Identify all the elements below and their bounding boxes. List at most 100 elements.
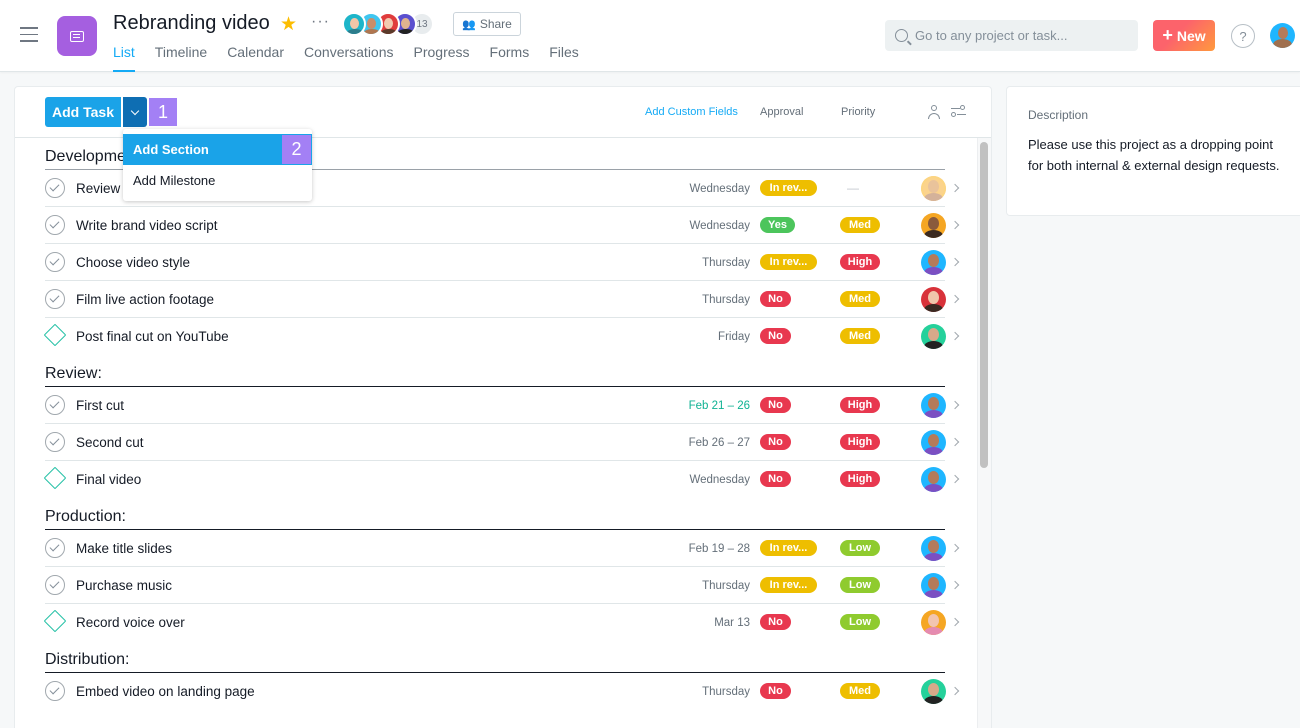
task-name[interactable]: Post final cut on YouTube	[76, 329, 229, 344]
task-name[interactable]: First cut	[76, 398, 124, 413]
chevron-right-icon[interactable]	[950, 437, 960, 447]
search-bar[interactable]	[885, 20, 1138, 51]
priority-badge[interactable]: Med	[840, 328, 880, 344]
task-name[interactable]: Choose video style	[76, 255, 190, 270]
assignee-avatar[interactable]	[921, 324, 946, 349]
complete-checkmark-icon[interactable]	[45, 681, 65, 701]
task-row[interactable]: Post final cut on YouTube Friday No Med	[43, 318, 960, 355]
task-row[interactable]: Choose video style Thursday In rev... High	[45, 244, 960, 281]
due-date[interactable]: Feb 19 – 28	[689, 543, 750, 555]
due-date[interactable]: Thursday	[702, 686, 750, 698]
task-name[interactable]: Review	[76, 181, 120, 196]
task-name[interactable]: Record voice over	[76, 615, 185, 630]
priority-badge[interactable]: Low	[840, 614, 880, 630]
star-icon[interactable]: ★	[280, 13, 297, 36]
complete-checkmark-icon[interactable]	[45, 178, 65, 198]
chevron-right-icon[interactable]	[950, 183, 960, 193]
complete-checkmark-icon[interactable]	[45, 432, 65, 452]
search-input[interactable]	[915, 28, 1125, 43]
assignee-avatar[interactable]	[921, 393, 946, 418]
priority-badge[interactable]: Low	[840, 540, 880, 556]
tab-list[interactable]: List	[113, 43, 135, 72]
tab-conversations[interactable]: Conversations	[304, 43, 394, 72]
add-custom-fields-link[interactable]: Add Custom Fields	[645, 106, 738, 118]
section-header[interactable]: Production:	[45, 498, 945, 530]
priority-badge[interactable]: Med	[840, 291, 880, 307]
approval-badge[interactable]: In rev...	[760, 180, 817, 196]
filter-settings-icon[interactable]	[951, 105, 966, 117]
approval-badge[interactable]: No	[760, 683, 791, 699]
priority-badge[interactable]: Med	[840, 683, 880, 699]
complete-checkmark-icon[interactable]	[45, 215, 65, 235]
complete-checkmark-icon[interactable]	[45, 538, 65, 558]
complete-checkmark-icon[interactable]	[45, 252, 65, 272]
share-button[interactable]: 👥 Share	[453, 12, 521, 36]
chevron-right-icon[interactable]	[950, 580, 960, 590]
priority-badge[interactable]: Med	[840, 217, 880, 233]
approval-badge[interactable]: No	[760, 471, 791, 487]
due-date[interactable]: Friday	[718, 331, 750, 343]
task-row[interactable]: Film live action footage Thursday No Med	[45, 281, 960, 318]
tab-files[interactable]: Files	[549, 43, 579, 72]
assignee-icon[interactable]	[927, 105, 941, 119]
task-name[interactable]: Final video	[76, 472, 141, 487]
section-title[interactable]: Review:	[45, 365, 102, 383]
menu-item-add-milestone[interactable]: Add Milestone	[123, 165, 312, 196]
add-task-dropdown-toggle[interactable]	[123, 97, 147, 127]
task-row[interactable]: Purchase music Thursday In rev... Low	[45, 567, 960, 604]
complete-checkmark-icon[interactable]	[45, 395, 65, 415]
approval-badge[interactable]: Yes	[760, 217, 795, 233]
section-title[interactable]: Distribution:	[45, 651, 129, 669]
chevron-right-icon[interactable]	[950, 543, 960, 553]
column-header-priority[interactable]: Priority	[841, 106, 875, 118]
due-date[interactable]: Wednesday	[689, 474, 750, 486]
project-title[interactable]: Rebranding video	[113, 12, 270, 35]
approval-badge[interactable]: In rev...	[760, 254, 817, 270]
tab-calendar[interactable]: Calendar	[227, 43, 284, 72]
priority-badge[interactable]: High	[840, 397, 880, 413]
assignee-avatar[interactable]	[921, 250, 946, 275]
approval-badge[interactable]: No	[760, 397, 791, 413]
task-name[interactable]: Make title slides	[76, 541, 172, 556]
approval-badge[interactable]: No	[760, 434, 791, 450]
scrollbar-thumb[interactable]	[980, 142, 988, 468]
help-button[interactable]: ?	[1231, 24, 1255, 48]
approval-badge[interactable]: No	[760, 614, 791, 630]
task-name[interactable]: Film live action footage	[76, 292, 214, 307]
assignee-avatar[interactable]	[921, 176, 946, 201]
chevron-right-icon[interactable]	[950, 331, 960, 341]
section-title[interactable]: Production:	[45, 508, 126, 526]
assignee-avatar[interactable]	[921, 287, 946, 312]
chevron-right-icon[interactable]	[950, 220, 960, 230]
priority-empty[interactable]: —	[847, 181, 859, 195]
milestone-diamond-icon[interactable]	[43, 609, 67, 633]
priority-badge[interactable]: High	[840, 434, 880, 450]
chevron-right-icon[interactable]	[950, 686, 960, 696]
assignee-avatar[interactable]	[921, 467, 946, 492]
tab-forms[interactable]: Forms	[490, 43, 530, 72]
chevron-right-icon[interactable]	[950, 294, 960, 304]
task-row[interactable]: Second cut Feb 26 – 27 No High	[45, 424, 960, 461]
due-date[interactable]: Thursday	[702, 257, 750, 269]
task-row[interactable]: Make title slides Feb 19 – 28 In rev... Low	[45, 530, 960, 567]
assignee-avatar[interactable]	[921, 610, 946, 635]
tab-progress[interactable]: Progress	[414, 43, 470, 72]
add-task-button[interactable]: Add Task	[45, 97, 121, 127]
due-date[interactable]: Thursday	[702, 580, 750, 592]
task-row[interactable]: Embed video on landing page Thursday No Med	[45, 673, 960, 710]
task-row[interactable]: Record voice over Mar 13 No Low	[43, 604, 960, 641]
user-avatar[interactable]	[1270, 23, 1295, 48]
assignee-avatar[interactable]	[921, 213, 946, 238]
assignee-avatar[interactable]	[921, 573, 946, 598]
approval-badge[interactable]: No	[760, 328, 791, 344]
priority-badge[interactable]: High	[840, 254, 880, 270]
approval-badge[interactable]: No	[760, 291, 791, 307]
assignee-avatar[interactable]	[921, 430, 946, 455]
task-row[interactable]: First cut Feb 21 – 26 No High	[45, 387, 960, 424]
task-name[interactable]: Second cut	[76, 435, 144, 450]
member-avatar[interactable]	[342, 12, 366, 36]
milestone-diamond-icon[interactable]	[43, 466, 67, 490]
new-button[interactable]: + New	[1153, 20, 1215, 51]
due-date[interactable]: Thursday	[702, 294, 750, 306]
milestone-diamond-icon[interactable]	[43, 323, 67, 347]
